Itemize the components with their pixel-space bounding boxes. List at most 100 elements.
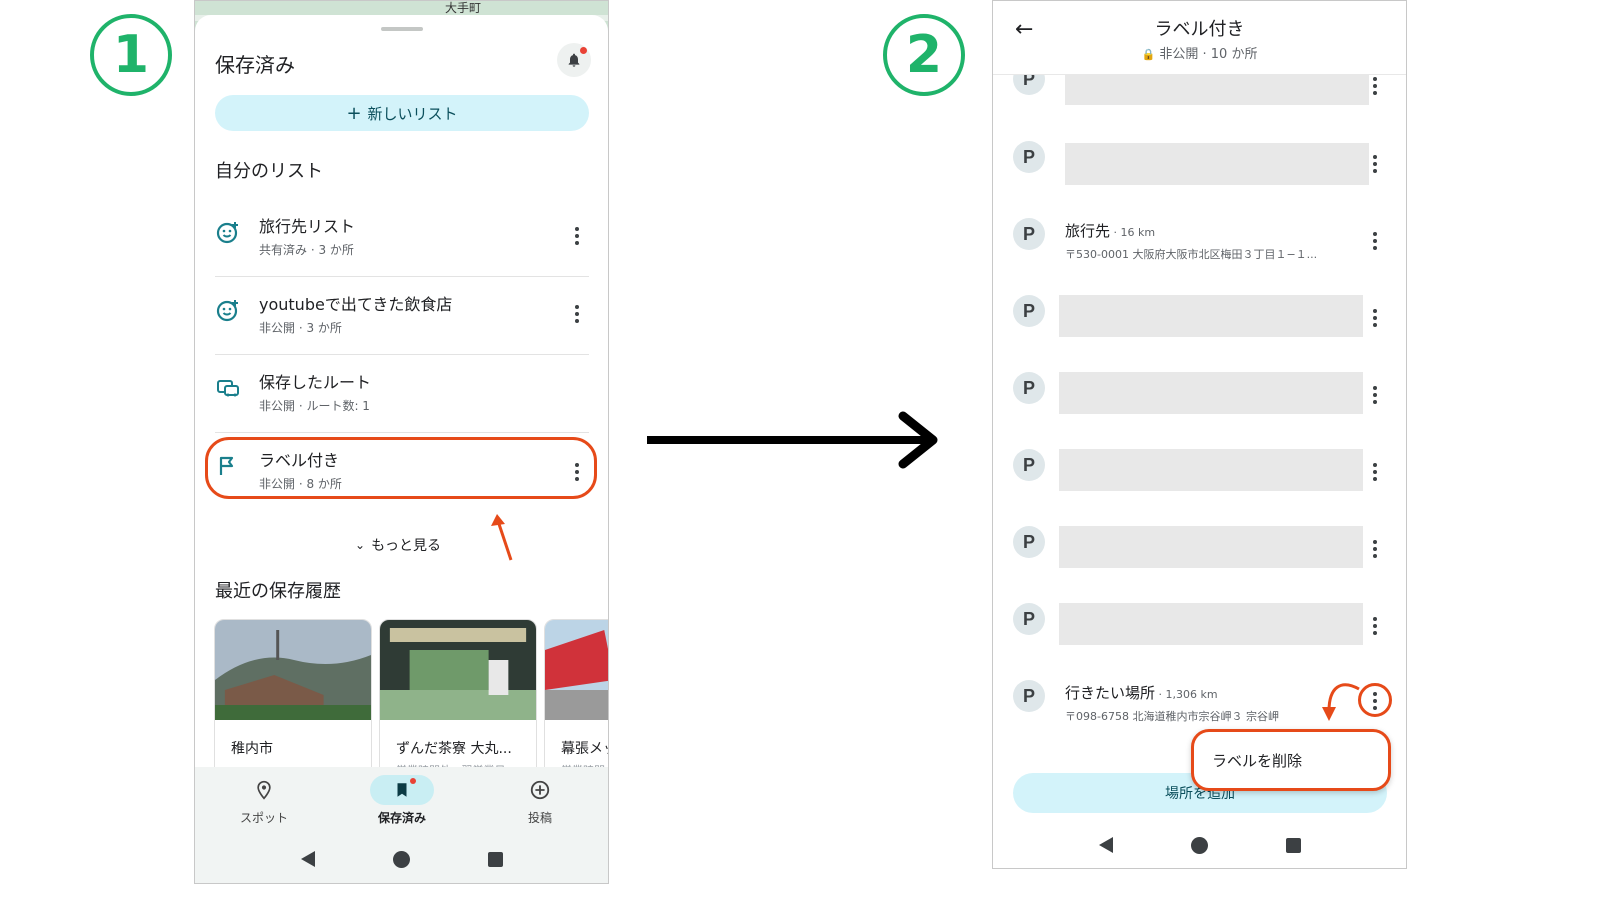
nav-label: スポット [239, 811, 288, 825]
smiley-list-icon [215, 297, 241, 323]
place-name: 行きたい場所 · 1,306 km [1065, 684, 1218, 702]
recent-card[interactable]: 稚内市 [214, 619, 372, 779]
phone-screen-labeled: ← ラベル付き 🔒 非公開 · 10 か所 P P P 旅行先 · 16 km … [992, 0, 1407, 869]
bell-icon [568, 53, 580, 67]
place-address: 〒530-0001 大阪府大阪市北区梅田３丁目１−１... [1065, 248, 1318, 261]
bookmark-icon [370, 775, 434, 805]
place-name: 旅行先 · 16 km [1065, 222, 1156, 240]
place-row[interactable]: P [993, 447, 1406, 524]
show-more-label: もっと見る [371, 538, 442, 554]
more-options-icon[interactable] [1373, 232, 1377, 250]
pointer-arrow-icon [491, 514, 513, 561]
system-home-icon[interactable] [392, 850, 410, 868]
system-recents-icon[interactable] [487, 851, 503, 867]
more-options-icon[interactable] [575, 227, 579, 245]
more-options-icon[interactable] [1373, 540, 1377, 558]
system-home-icon[interactable] [1190, 836, 1208, 854]
list-subtitle: 🔒 非公開 · 10 か所 [993, 43, 1406, 62]
list-item[interactable]: 旅行先リスト 共有済み · 3 か所 [215, 199, 589, 277]
place-photo [545, 620, 608, 720]
system-recents-icon[interactable] [1285, 837, 1301, 853]
place-avatar: P [1013, 372, 1045, 404]
location-pin-icon [219, 775, 309, 805]
place-row[interactable]: P [993, 370, 1406, 447]
recent-card[interactable]: 幕張メッ 営業時間 [544, 619, 608, 779]
more-options-icon[interactable] [575, 305, 579, 323]
route-icon [215, 375, 241, 401]
add-circle-icon [495, 775, 585, 805]
redacted-block [1059, 372, 1363, 414]
remove-label-menu-item[interactable]: ラベルを削除 [1191, 729, 1391, 791]
place-photo [215, 620, 371, 720]
list-name: 保存したルート [259, 373, 372, 392]
place-avatar: P [1013, 603, 1045, 635]
page-title: 保存済み [215, 53, 295, 77]
smiley-list-icon [215, 219, 241, 245]
list-title: ラベル付き [1154, 19, 1245, 40]
recent-place-name: ずんだ茶寮 大丸... [396, 741, 512, 757]
bottom-navigation: スポット 保存済み 投稿 [195, 767, 608, 837]
nav-post[interactable]: 投稿 [495, 775, 585, 826]
redacted-block [1059, 295, 1363, 337]
show-more-link[interactable]: ⌄ もっと見る [355, 535, 441, 555]
recent-card[interactable]: ずんだ茶寮 大丸... 営業時間外 · 翌営業日 [379, 619, 537, 779]
place-row[interactable]: P 旅行先 · 16 km 〒530-0001 大阪府大阪市北区梅田３丁目１−１… [993, 216, 1406, 293]
transition-arrow-icon [647, 411, 938, 469]
plus-icon: + [346, 102, 362, 124]
nav-spot[interactable]: スポット [219, 775, 309, 826]
recent-place-name: 幕張メッ [561, 741, 608, 757]
nav-label: 保存済み [377, 811, 426, 825]
nav-saved[interactable]: 保存済み [357, 775, 447, 826]
notification-button[interactable] [557, 43, 591, 77]
place-row[interactable]: P [993, 524, 1406, 601]
map-station-label: 大手町 [445, 1, 482, 15]
recent-place-name: 稚内市 [231, 741, 273, 757]
place-row[interactable]: P [993, 601, 1406, 678]
lock-icon: 🔒 [1141, 48, 1156, 61]
curved-arrow-icon [1322, 683, 1360, 721]
place-avatar: P [1013, 526, 1045, 558]
phone-screen-saved: 大手町 保存済み + 新しいリスト 自分のリスト 旅行先リスト 共有済み · 3… [194, 0, 609, 884]
recent-heading: 最近の保存履歴 [215, 581, 341, 602]
place-photo [380, 620, 536, 720]
redacted-block [1059, 449, 1363, 491]
system-navigation [993, 821, 1406, 868]
more-options-icon[interactable] [1373, 386, 1377, 404]
redacted-block [1059, 526, 1363, 568]
list-item[interactable]: 保存したルート 非公開 · ルート数: 1 [215, 355, 589, 433]
redacted-block [1065, 143, 1369, 185]
list-meta: 非公開 · 3 か所 [259, 321, 342, 335]
more-options-icon[interactable] [1373, 155, 1377, 173]
list-item[interactable]: youtubeで出てきた飲食店 非公開 · 3 か所 [215, 277, 589, 355]
system-back-icon[interactable] [300, 851, 315, 867]
place-avatar: P [1013, 218, 1045, 250]
drag-handle[interactable] [381, 27, 423, 31]
my-lists-heading: 自分のリスト [215, 161, 323, 182]
more-options-icon[interactable] [1373, 617, 1377, 635]
place-address: 〒098-6758 北海道稚内市宗谷岬３ 宗谷岬 [1065, 710, 1279, 723]
step-1-badge: 1 [90, 14, 172, 96]
nav-label: 投稿 [527, 811, 552, 825]
place-avatar: P [1013, 295, 1045, 327]
list-name: 旅行先リスト [259, 217, 356, 236]
list-header: ← ラベル付き 🔒 非公開 · 10 か所 [993, 1, 1406, 75]
more-options-icon[interactable] [1373, 463, 1377, 481]
notification-dot [580, 47, 587, 54]
highlight-frame [205, 437, 597, 499]
highlight-circle [1358, 683, 1392, 717]
place-row[interactable]: P [993, 139, 1406, 216]
system-back-icon[interactable] [1098, 837, 1113, 853]
list-meta: 共有済み · 3 か所 [259, 243, 354, 257]
more-options-icon[interactable] [1373, 309, 1377, 327]
list-subtitle-text: 非公開 · 10 か所 [1159, 47, 1258, 62]
step-2-badge: 2 [883, 14, 965, 96]
place-row[interactable]: P [993, 293, 1406, 370]
place-avatar: P [1013, 141, 1045, 173]
place-avatar: P [1013, 449, 1045, 481]
place-avatar: P [1013, 680, 1045, 712]
list-name: youtubeで出てきた飲食店 [259, 295, 453, 314]
new-list-label: 新しいリスト [367, 104, 458, 123]
more-options-icon[interactable] [1373, 77, 1377, 95]
list-meta: 非公開 · ルート数: 1 [259, 399, 370, 413]
new-list-button[interactable]: + 新しいリスト [215, 95, 589, 131]
